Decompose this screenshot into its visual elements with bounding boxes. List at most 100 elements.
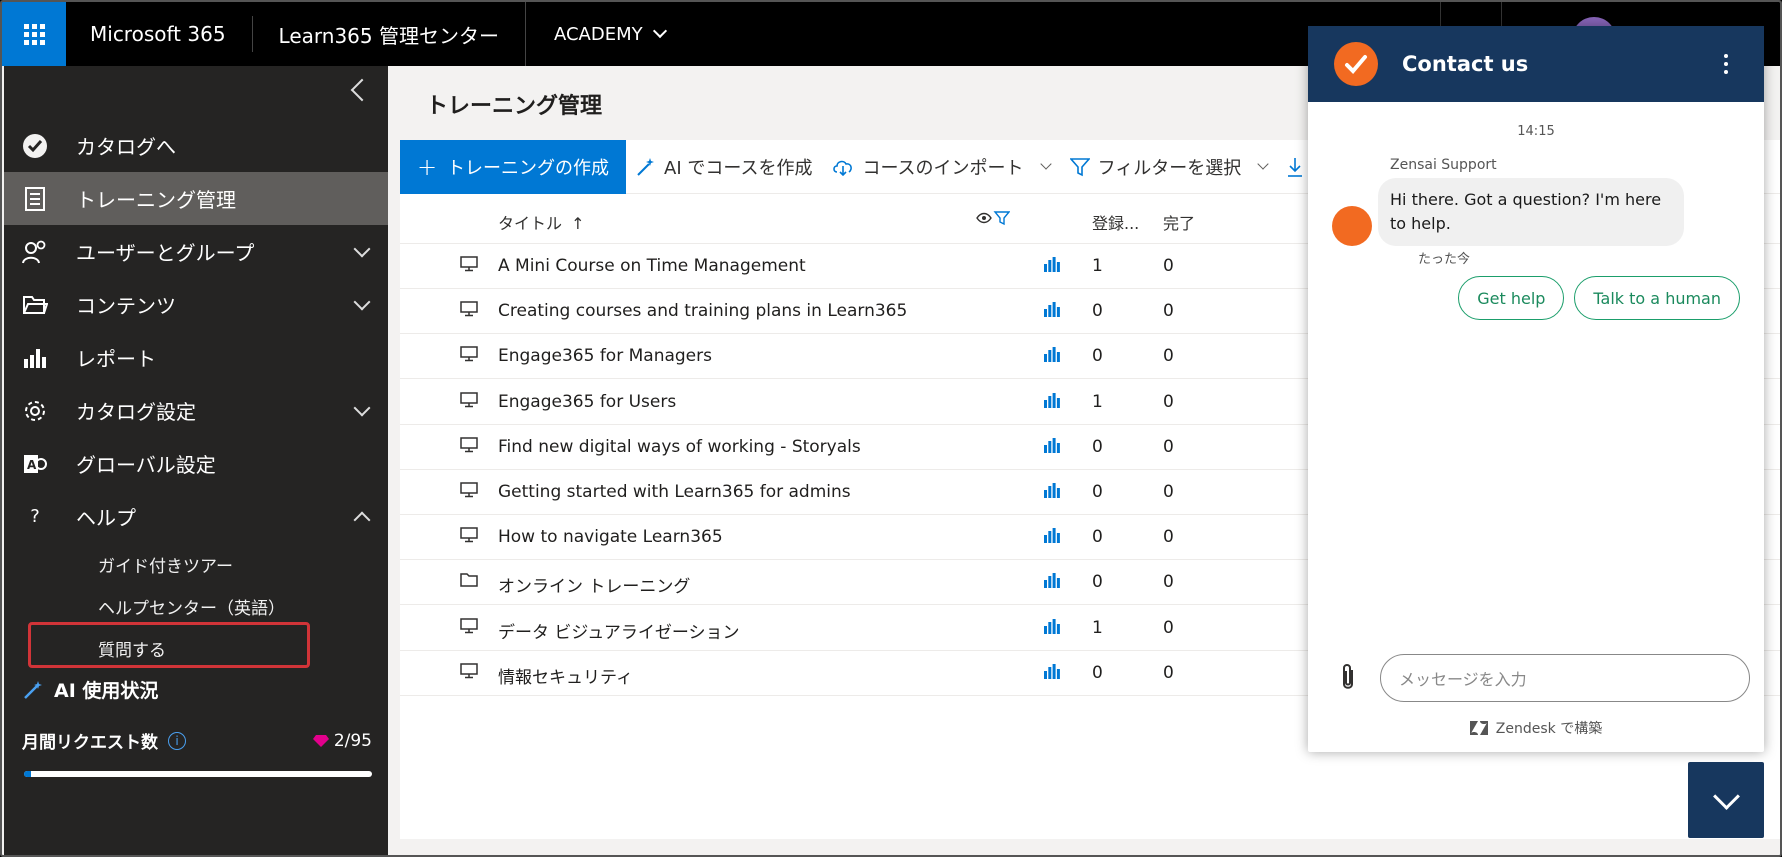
info-icon[interactable]: i <box>168 731 186 750</box>
statistics-icon[interactable] <box>1044 572 1060 593</box>
column-title[interactable]: タイトル ↑ <box>498 210 585 234</box>
app-launcher-button[interactable] <box>2 2 66 66</box>
row-completed: 0 <box>1163 346 1174 367</box>
agent-avatar <box>1332 206 1372 246</box>
chevron-up-icon <box>353 511 371 529</box>
chat-minimize-button[interactable] <box>1688 762 1764 838</box>
sidebar-item-help[interactable]: ? ヘルプ <box>4 490 388 543</box>
row-title[interactable]: Creating courses and training plans in L… <box>498 301 907 321</box>
help-center-link[interactable]: ヘルプセンター（英語） <box>4 585 388 627</box>
row-completed: 0 <box>1163 256 1174 276</box>
sidebar: カタログへ トレーニング管理 ユーザーとグループ コンテンツ レポート カタログ… <box>4 66 388 855</box>
chevron-down-icon <box>353 399 371 417</box>
row-enrolled: 0 <box>1092 346 1103 367</box>
row-title[interactable]: オンライン トレーニング <box>498 572 690 597</box>
admin-center-title[interactable]: Learn365 管理センター <box>253 2 526 66</box>
row-title[interactable]: How to navigate Learn365 <box>498 527 723 547</box>
quota-progress-bar <box>24 771 372 777</box>
sidebar-item-reports[interactable]: レポート <box>4 331 388 384</box>
row-title[interactable]: Getting started with Learn365 for admins <box>498 482 851 502</box>
row-title[interactable]: データ ビジュアライゼーション <box>498 618 740 643</box>
statistics-icon[interactable] <box>1044 482 1060 503</box>
visibility-filter-column[interactable] <box>976 210 1011 230</box>
row-completed: 0 <box>1163 391 1174 412</box>
highlight-annotation <box>28 622 310 668</box>
zendesk-footer: Zendesk で構築 <box>1308 718 1764 738</box>
statistics-icon[interactable] <box>1044 663 1060 684</box>
chat-title: Contact us <box>1402 52 1529 76</box>
chat-header: Contact us <box>1308 26 1764 102</box>
monitor-icon <box>460 391 478 413</box>
row-completed: 0 <box>1163 436 1174 457</box>
get-help-button[interactable]: Get help <box>1458 276 1565 320</box>
import-course-label: コースのインポート <box>862 157 1024 179</box>
gear-icon <box>20 396 50 426</box>
row-enrolled: 1 <box>1092 617 1103 638</box>
row-title[interactable]: Find new digital ways of working - Story… <box>498 437 861 457</box>
row-completed: 0 <box>1163 572 1174 593</box>
row-title[interactable]: 情報セキュリティ <box>498 663 633 688</box>
sidebar-item-label: レポート <box>76 347 156 371</box>
monitor-icon <box>460 301 478 322</box>
row-completed: 0 <box>1163 482 1174 502</box>
create-training-button[interactable]: + トレーニングの作成 <box>400 139 626 194</box>
paperclip-icon[interactable] <box>1336 662 1360 692</box>
monitor-icon <box>460 527 478 548</box>
sidebar-item-training-admin[interactable]: トレーニング管理 <box>4 172 388 225</box>
collapse-sidebar-button[interactable] <box>346 78 370 102</box>
zendesk-logo-icon <box>1469 721 1488 735</box>
page-title: トレーニング管理 <box>426 94 603 119</box>
zendesk-footer-text: Zendesk で構築 <box>1495 721 1603 737</box>
ai-create-course-label: AI でコースを作成 <box>664 157 813 179</box>
statistics-icon[interactable] <box>1044 527 1060 548</box>
global-settings-icon: A <box>20 449 50 479</box>
sidebar-item-users-groups[interactable]: ユーザーとグループ <box>4 225 388 278</box>
sidebar-item-label: カタログ設定 <box>76 400 196 424</box>
row-title[interactable]: Engage365 for Managers <box>498 346 712 366</box>
agent-message: Hi there. Got a question? I'm here to he… <box>1378 178 1684 246</box>
filter-label: フィルターを選択 <box>1097 157 1242 179</box>
sidebar-item-label: ユーザーとグループ <box>76 241 255 265</box>
chevron-down-icon <box>353 240 371 258</box>
ai-usage-label: AI 使用状況 <box>54 680 159 702</box>
statistics-icon[interactable] <box>1044 346 1060 367</box>
chat-timestamp: 14:15 <box>1517 124 1555 139</box>
download-icon <box>1288 157 1303 177</box>
row-title[interactable]: Engage365 for Users <box>498 392 676 412</box>
ai-create-course-button[interactable]: AI でコースを作成 <box>626 154 822 180</box>
statistics-icon[interactable] <box>1044 437 1060 458</box>
eye-filter-icon <box>976 211 1011 226</box>
monthly-requests: 月間リクエスト数 i 2/95 <box>22 728 372 754</box>
column-completed[interactable]: 完了 <box>1163 210 1195 234</box>
folder-icon <box>460 572 478 593</box>
statistics-icon[interactable] <box>1044 392 1060 413</box>
message-sent-time: たった今 <box>1418 252 1471 267</box>
sidebar-item-label: カタログへ <box>76 135 176 159</box>
academy-dropdown[interactable]: ACADEMY <box>526 24 693 45</box>
import-course-button[interactable]: コースのインポート <box>822 154 1059 180</box>
quick-replies: Get help Talk to a human <box>1458 276 1740 320</box>
message-input[interactable]: メッセージを入力 <box>1380 654 1750 702</box>
talk-to-human-button[interactable]: Talk to a human <box>1574 276 1740 320</box>
monitor-icon <box>460 256 478 277</box>
monitor-icon <box>460 346 478 367</box>
brand-link[interactable]: Microsoft 365 <box>66 16 253 52</box>
row-title[interactable]: A Mini Course on Time Management <box>498 256 806 276</box>
row-enrolled: 0 <box>1092 527 1103 548</box>
sidebar-item-catalog-settings[interactable]: カタログ設定 <box>4 384 388 437</box>
statistics-icon[interactable] <box>1044 256 1060 277</box>
row-enrolled: 1 <box>1092 391 1103 412</box>
magic-wand-icon <box>24 680 42 699</box>
column-enrolled[interactable]: 登録... <box>1092 210 1139 234</box>
statistics-icon[interactable] <box>1044 301 1060 322</box>
ai-usage-heading: AI 使用状況 <box>22 676 158 703</box>
sidebar-item-global-settings[interactable]: A グローバル設定 <box>4 437 388 490</box>
help-guided-tour-link[interactable]: ガイド付きツアー <box>4 543 388 585</box>
statistics-icon[interactable] <box>1044 618 1060 639</box>
sidebar-item-catalog[interactable]: カタログへ <box>4 119 388 172</box>
row-enrolled: 0 <box>1092 662 1103 683</box>
more-options-icon[interactable] <box>1724 54 1728 74</box>
filter-button[interactable]: フィルターを選択 <box>1060 154 1278 180</box>
sidebar-item-content[interactable]: コンテンツ <box>4 278 388 331</box>
quota: 2/95 <box>312 731 372 751</box>
